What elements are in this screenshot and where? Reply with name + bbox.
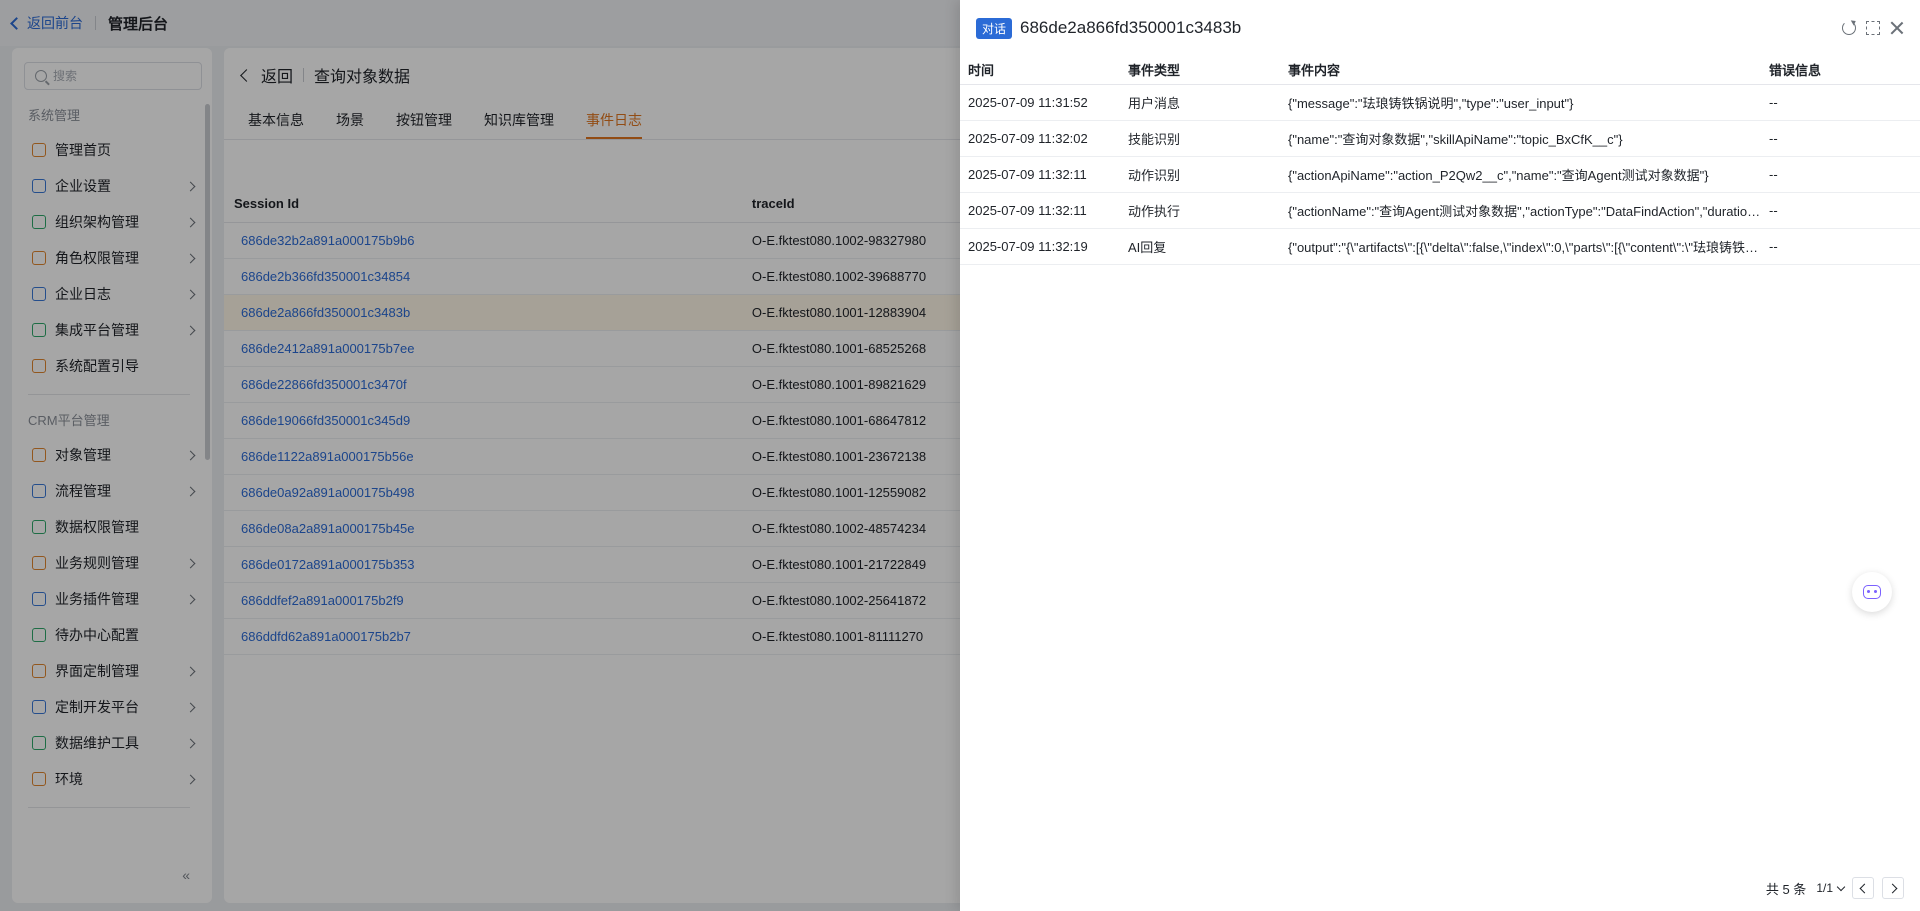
- ai-assistant-button[interactable]: [1852, 572, 1892, 612]
- event-cell: {"actionName":"查询Agent测试对象数据","actionTyp…: [1280, 192, 1761, 229]
- event-cell: 技能识别: [1120, 120, 1280, 157]
- event-cell: 动作执行: [1120, 192, 1280, 229]
- event-cell: {"actionApiName":"action_P2Qw2__c","name…: [1280, 156, 1761, 193]
- column-header: 事件内容: [1280, 56, 1761, 85]
- event-cell: 2025-07-09 11:32:02: [960, 120, 1120, 157]
- event-cell: --: [1761, 192, 1920, 229]
- drawer-actions: [1832, 21, 1904, 35]
- event-cell: 2025-07-09 11:32:19: [960, 228, 1120, 265]
- refresh-icon[interactable]: [1842, 21, 1856, 35]
- event-cell: 2025-07-09 11:32:11: [960, 156, 1120, 193]
- event-row: 2025-07-09 11:32:02 技能识别 {"name":"查询对象数据",…: [960, 120, 1920, 157]
- event-row: 2025-07-09 11:32:11 动作执行 {"actionName":"查询…: [960, 192, 1920, 229]
- event-cell: 用户消息: [1120, 84, 1280, 121]
- next-page-button[interactable]: [1882, 877, 1904, 899]
- pagination: 共 5 条 1/1: [1766, 877, 1904, 899]
- prev-page-button[interactable]: [1852, 877, 1874, 899]
- table-body: 2025-07-09 11:31:52 用户消息 {"message":"珐琅铸铁锅…: [960, 84, 1920, 265]
- event-cell: 2025-07-09 11:32:11: [960, 192, 1120, 229]
- event-cell: --: [1761, 120, 1920, 157]
- conversation-badge: 对话: [976, 17, 1013, 39]
- event-cell: 动作识别: [1120, 156, 1280, 193]
- event-row: 2025-07-09 11:31:52 用户消息 {"message":"珐琅铸铁锅…: [960, 84, 1920, 121]
- event-cell: {"output":"{\"artifacts\":[{\"delta\":fa…: [1280, 228, 1761, 265]
- event-cell: {"name":"查询对象数据","skillApiName":"topic_B…: [1280, 120, 1761, 157]
- event-cell: --: [1761, 228, 1920, 265]
- event-cell: --: [1761, 84, 1920, 121]
- chevron-down-icon: [1836, 882, 1846, 891]
- event-cell: {"message":"珐琅铸铁锅说明","type":"user_input"…: [1280, 84, 1761, 121]
- column-header: 时间: [960, 56, 1120, 85]
- session-detail-drawer: 对话 686de2a866fd350001c3483b 时间 事件类型 事件内容 错误…: [960, 0, 1920, 911]
- page-indicator: 1/1: [1816, 881, 1833, 895]
- event-cell: 2025-07-09 11:31:52: [960, 84, 1120, 121]
- drawer-header: 对话 686de2a866fd350001c3483b: [960, 0, 1920, 56]
- event-row: 2025-07-09 11:32:19 AI回复 {"output":"{\"art…: [960, 228, 1920, 265]
- page-select[interactable]: 1/1: [1816, 881, 1846, 895]
- event-cell: --: [1761, 156, 1920, 193]
- event-log-table: 时间 事件类型 事件内容 错误信息 2025-07-09 11:31:52 用户消息 {"…: [960, 56, 1920, 265]
- table-header-row: 时间 事件类型 事件内容 错误信息: [960, 56, 1920, 85]
- event-row: 2025-07-09 11:32:11 动作识别 {"actionApiName":…: [960, 156, 1920, 193]
- column-header: 事件类型: [1120, 56, 1280, 85]
- drawer-title: 686de2a866fd350001c3483b: [1020, 18, 1242, 37]
- column-header: 错误信息: [1761, 56, 1920, 85]
- fullscreen-icon[interactable]: [1866, 21, 1880, 35]
- event-cell: AI回复: [1120, 228, 1280, 265]
- robot-icon: [1863, 585, 1881, 599]
- total-count: 共 5 条: [1765, 881, 1807, 897]
- close-icon[interactable]: [1890, 21, 1904, 35]
- modal-overlay[interactable]: [0, 0, 960, 911]
